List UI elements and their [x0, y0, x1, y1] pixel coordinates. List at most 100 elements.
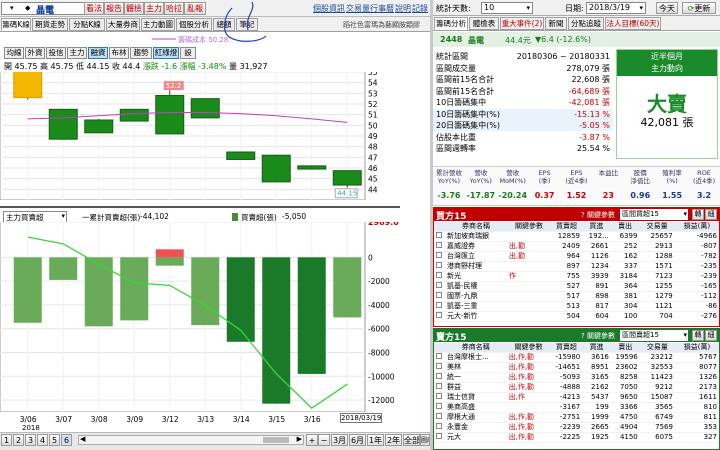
- row-checkbox[interactable]: [434, 392, 445, 404]
- column-header[interactable]: 交易量: [639, 222, 675, 233]
- range-1-year[interactable]: 1年: [367, 434, 384, 446]
- zoom-out-button[interactable]: −: [318, 434, 330, 446]
- date-field[interactable]: 2018/3/19 ▾: [586, 2, 646, 14]
- row-checkbox[interactable]: [434, 251, 446, 263]
- subtab-trust[interactable]: 投信: [46, 47, 66, 59]
- column-header[interactable]: 關鍵參數: [506, 343, 551, 354]
- subtab-trend[interactable]: 趨勢: [130, 47, 152, 59]
- row-checkbox[interactable]: [434, 281, 446, 293]
- chart-scrollbar[interactable]: ◀ ▶: [78, 435, 304, 445]
- row-checkbox[interactable]: [434, 382, 445, 394]
- scroll-right-icon[interactable]: ▶: [297, 435, 302, 443]
- today-button[interactable]: 今天: [656, 2, 678, 14]
- tab-news[interactable]: 新聞: [545, 17, 567, 30]
- table-row[interactable]: 台灣匯立 出,勸 964 1126 162 1288 -782: [434, 251, 719, 263]
- row-checkbox[interactable]: [434, 362, 445, 374]
- refresh-button[interactable]: ⟳更新: [682, 2, 716, 14]
- chevron-down-icon[interactable]: ▾: [683, 209, 687, 219]
- calendar-dropdown-icon[interactable]: ▾: [639, 3, 643, 13]
- column-header[interactable]: [434, 343, 445, 354]
- tab-target-price[interactable]: 法人目標(60天): [605, 17, 661, 30]
- page-2-button[interactable]: 2: [13, 434, 24, 446]
- page-1-button[interactable]: 1: [1, 434, 12, 446]
- subtab-ma[interactable]: 均線: [4, 47, 24, 59]
- toolbar-button-chat[interactable]: 哈拉: [164, 2, 184, 15]
- tab-big-brokers[interactable]: 大量券商: [106, 18, 140, 31]
- table-row[interactable]: 凱基-民權 527 891 364 1255 -165: [434, 281, 719, 293]
- row-checkbox[interactable]: [434, 241, 446, 253]
- column-header[interactable]: 賣出: [610, 343, 640, 354]
- table-row[interactable]: 元大-新竹 504 604 100 704 -276: [434, 311, 719, 323]
- page-5-button[interactable]: 5: [49, 434, 60, 446]
- buy-detail-button[interactable]: 細: [705, 209, 717, 220]
- column-header[interactable]: 買進: [581, 222, 611, 233]
- subtab-settings[interactable]: 設: [180, 47, 196, 59]
- table-row[interactable]: 港商野村理 897 1234 337 1571 -235: [434, 261, 719, 273]
- table-row[interactable]: 新光作 755 3939 3184 7123 -239: [434, 271, 719, 283]
- page-4-button[interactable]: 4: [37, 434, 48, 446]
- range-3-month[interactable]: 3月: [331, 434, 348, 446]
- tab-chip-kline[interactable]: 籌碼K線: [1, 18, 31, 31]
- table-row[interactable]: 嘉威證券 出,勸 2409 2661 252 2913 -807: [434, 241, 719, 253]
- table-row[interactable]: 摩根大通 出,作,勸 -2751 1999 4750 6749 811: [434, 412, 719, 424]
- stock-selector[interactable]: ▾ ◆ 晶電: [1, 2, 89, 16]
- tab-major-chart[interactable]: 主力動圖: [141, 18, 175, 31]
- column-header[interactable]: 買進: [582, 343, 611, 354]
- row-checkbox[interactable]: [434, 231, 446, 243]
- tab-branch-track[interactable]: 分點追蹤: [568, 17, 604, 30]
- tab-checkup[interactable]: 體檢表: [469, 17, 499, 30]
- tab-chip-analysis[interactable]: 籌碼分析: [434, 17, 468, 30]
- page-3-button[interactable]: 3: [25, 434, 36, 446]
- table-row[interactable]: 台灣摩根士... 出,作,勸 -15980 3616 19596 23212 5767: [434, 352, 719, 364]
- table-row[interactable]: 瑞士信貸 出,作 -4213 5437 9650 15087 1611: [434, 392, 719, 404]
- column-header[interactable]: 買賣超: [550, 343, 583, 354]
- tab-analysis[interactable]: 個股分析: [176, 18, 212, 31]
- toolbar-button-major[interactable]: 主力: [144, 2, 164, 15]
- subtab-margin[interactable]: 融資: [88, 47, 108, 59]
- subtab-bollinger[interactable]: 布林: [109, 47, 129, 59]
- chevron-down-icon[interactable]: ▾: [683, 330, 687, 340]
- row-checkbox[interactable]: [434, 432, 445, 444]
- toolbar-button-report[interactable]: 報告: [104, 2, 124, 15]
- sell-hint[interactable]: ? 關鍵參數: [581, 331, 615, 341]
- row-checkbox[interactable]: [434, 271, 446, 283]
- column-header[interactable]: 買賣超: [551, 222, 582, 233]
- dropdown-icon[interactable]: ▾: [10, 4, 14, 12]
- table-row[interactable]: 統一 出,作,勸 -5093 3165 8258 11423 1326: [434, 372, 719, 384]
- column-header[interactable]: 賣出: [610, 222, 640, 233]
- table-row[interactable]: 新加坡商瑞銀 12859 192... 6399 25657 -4966: [434, 231, 719, 243]
- buy-toggle-button[interactable]: 轉: [692, 209, 704, 220]
- sell-toggle-button[interactable]: 轉: [692, 330, 704, 341]
- range-2-year[interactable]: 2年: [385, 434, 402, 446]
- toolbar-button-tip[interactable]: 亂報: [184, 2, 206, 15]
- tab-branch-kline[interactable]: 分點K線: [69, 18, 105, 31]
- buy-hint[interactable]: ? 關鍵參數: [581, 210, 615, 220]
- range-all[interactable]: 全部: [403, 434, 420, 446]
- column-header[interactable]: 損益(萬): [674, 343, 719, 354]
- chart-library-button[interactable]: 圖庫: [420, 434, 430, 446]
- link-record[interactable]: 記錄: [412, 3, 428, 14]
- tab-major-events[interactable]: 重大事件(2): [500, 17, 544, 30]
- row-checkbox[interactable]: [434, 291, 446, 303]
- table-row[interactable]: 元大 出,作,勸 -2225 1925 4150 6075 327: [434, 432, 719, 444]
- table-row[interactable]: 凱基-三重 513 817 304 1121 -86: [434, 301, 719, 313]
- column-header[interactable]: [434, 222, 446, 233]
- row-checkbox[interactable]: [434, 422, 445, 434]
- subtab-major[interactable]: 主力: [67, 47, 87, 59]
- column-header[interactable]: 券商名稱: [445, 222, 507, 233]
- range-6-month[interactable]: 6月: [349, 434, 366, 446]
- row-checkbox[interactable]: [434, 311, 446, 323]
- link-stock-info[interactable]: 個股資訊: [313, 3, 345, 14]
- table-row[interactable]: 永豐金 出,作,勸 -2239 2665 4904 7569 353: [434, 422, 719, 434]
- row-checkbox[interactable]: [434, 402, 445, 414]
- row-checkbox[interactable]: [434, 412, 445, 424]
- tab-futures[interactable]: 期貨走勢: [32, 18, 68, 31]
- subtab-traffic-light[interactable]: 紅綠燈: [153, 47, 179, 59]
- column-header[interactable]: 關鍵參數: [506, 222, 552, 233]
- page-6-button[interactable]: 6: [61, 434, 72, 446]
- row-checkbox[interactable]: [434, 261, 446, 273]
- toolbar-button-opinion[interactable]: 看法: [84, 2, 104, 15]
- sell-detail-button[interactable]: 細: [705, 330, 717, 341]
- row-checkbox[interactable]: [434, 372, 445, 384]
- table-row[interactable]: 群益 出,作,勸 -4888 2162 7050 9212 2173: [434, 382, 719, 394]
